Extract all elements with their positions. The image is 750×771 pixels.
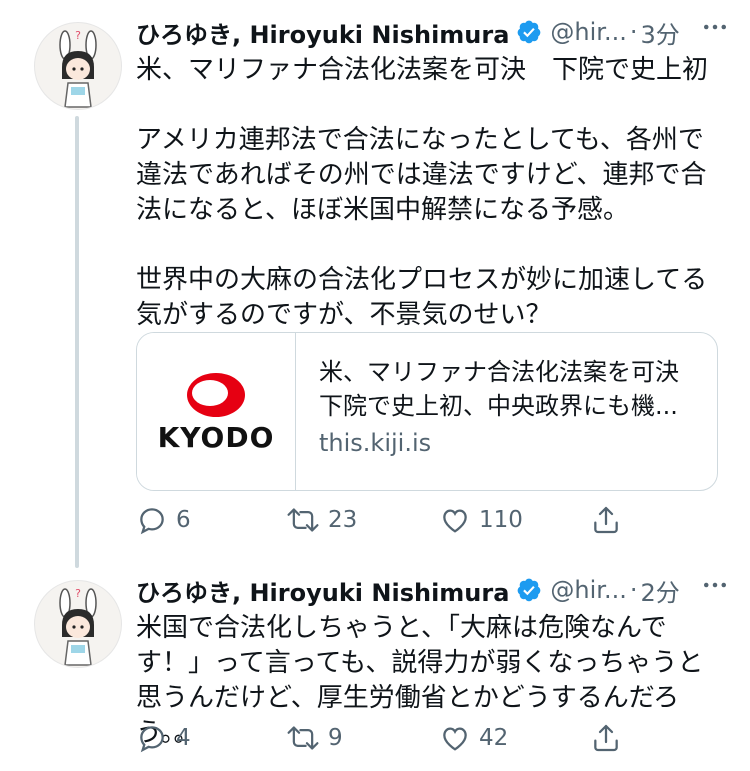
card-title: 米、マリファナ合法化法案を可決 下院で史上初、中央政界にも機... — [319, 355, 699, 423]
reply-count: 4 — [176, 725, 191, 751]
separator-dot: · — [629, 576, 638, 604]
reply-button[interactable]: 6 — [136, 504, 191, 536]
verified-badge-icon — [516, 19, 542, 45]
display-name[interactable]: ひろゆき, Hiroyuki Nishimura — [136, 15, 509, 50]
share-icon — [594, 724, 618, 752]
retweet-button[interactable]: 9 — [286, 722, 343, 754]
tweet[interactable]: ? ひろゆき, Hiroyuki Nishimura @hir... · 2分 … — [0, 560, 750, 771]
share-button[interactable] — [590, 504, 622, 536]
timestamp[interactable]: 2分 — [641, 573, 680, 608]
retweet-icon — [287, 508, 319, 532]
like-icon — [443, 509, 467, 533]
reply-icon — [140, 726, 164, 753]
like-button[interactable]: 42 — [439, 722, 508, 754]
tweet-actions: 4 9 42 — [136, 722, 736, 762]
handle[interactable]: @hir... — [550, 576, 626, 604]
like-count: 42 — [479, 725, 509, 751]
reply-button[interactable]: 4 — [136, 722, 191, 754]
tweet[interactable]: ? ひろゆき, Hiroyuki Nishimura @hir... · 3分 … — [0, 0, 750, 560]
retweet-count: 23 — [328, 507, 358, 533]
svg-text:?: ? — [75, 29, 81, 42]
retweet-button[interactable]: 23 — [286, 504, 357, 536]
retweet-icon — [287, 726, 319, 750]
kyodo-logo-icon — [187, 373, 245, 417]
link-card[interactable]: KYODO 米、マリファナ合法化法案を可決 下院で史上初、中央政界にも機... … — [136, 332, 718, 491]
like-button[interactable]: 110 — [439, 504, 523, 536]
avatar[interactable]: ? — [34, 22, 122, 110]
reply-icon — [140, 508, 164, 535]
avatar-illustration: ? — [59, 29, 97, 108]
display-name[interactable]: ひろゆき, Hiroyuki Nishimura — [136, 573, 509, 608]
reply-count: 6 — [176, 507, 191, 533]
timestamp[interactable]: 3分 — [641, 15, 680, 50]
avatar[interactable]: ? — [34, 580, 122, 668]
handle[interactable]: @hir... — [550, 18, 626, 46]
share-button[interactable] — [590, 722, 622, 754]
tweet-header: ひろゆき, Hiroyuki Nishimura @hir... · 3分 — [136, 15, 680, 50]
avatar-illustration: ? — [59, 587, 97, 666]
tweet-text: 米、マリファナ合法化法案を可決 下院で史上初 アメリカ連邦法で合法になったとして… — [136, 55, 709, 330]
separator-dot: · — [629, 18, 638, 46]
card-thumbnail: KYODO — [137, 333, 296, 490]
tweet-header: ひろゆき, Hiroyuki Nishimura @hir... · 2分 — [136, 573, 680, 608]
like-count: 110 — [479, 507, 523, 533]
card-body: 米、マリファナ合法化法案を可決 下院で史上初、中央政界にも機... this.k… — [319, 355, 699, 457]
tweet-actions: 6 23 110 — [136, 504, 736, 544]
more-horizontal-icon[interactable] — [700, 12, 730, 48]
retweet-count: 9 — [328, 725, 343, 751]
card-domain: this.kiji.is — [319, 429, 432, 457]
kyodo-wordmark: KYODO — [157, 421, 275, 454]
more-horizontal-icon[interactable] — [700, 570, 730, 606]
share-icon — [594, 506, 618, 534]
svg-text:?: ? — [75, 587, 81, 600]
like-icon — [443, 727, 467, 751]
card-title-line: 米、マリファナ合法化法案を可決 — [319, 358, 679, 386]
verified-badge-icon — [516, 577, 542, 603]
card-title-line: 下院で史上初、中央政界にも機... — [319, 392, 678, 420]
